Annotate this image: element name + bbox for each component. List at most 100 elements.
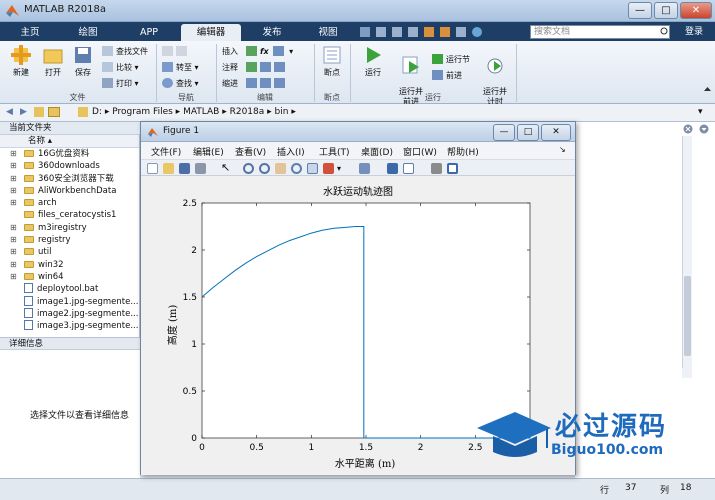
login-button[interactable]: 登录 bbox=[678, 25, 710, 39]
expand-icon[interactable]: ⊞ bbox=[10, 173, 19, 185]
breadcrumb[interactable]: D: ▸ Program Files ▸ MATLAB ▸ R2018a ▸ b… bbox=[92, 107, 296, 117]
breakpoints-button[interactable]: 断点 bbox=[318, 45, 346, 78]
list-item[interactable]: image2.jpg-segmente... bbox=[0, 307, 139, 320]
print-button[interactable]: 打印 ▾ bbox=[102, 77, 139, 91]
breadcrumb-item[interactable]: R2018a bbox=[230, 107, 265, 117]
menu-window[interactable]: 窗口(W) bbox=[403, 145, 437, 158]
list-item[interactable]: image1.jpg-segmente... bbox=[0, 295, 139, 308]
list-item[interactable]: ⊞ 360安全浏览器下载 bbox=[0, 173, 139, 185]
menu-file[interactable]: 文件(F) bbox=[151, 145, 181, 158]
tab-publish[interactable]: 发布 bbox=[250, 24, 294, 41]
expand-icon[interactable]: ⊞ bbox=[10, 185, 19, 197]
rotate-icon[interactable] bbox=[291, 163, 302, 174]
colorbar-icon[interactable] bbox=[387, 163, 398, 174]
link-plot-icon[interactable] bbox=[359, 163, 370, 174]
scrollbar-down-icon[interactable] bbox=[682, 368, 692, 378]
expand-icon[interactable]: ⊞ bbox=[10, 246, 19, 258]
maximize-button[interactable]: □ bbox=[654, 2, 678, 19]
menu-tools[interactable]: 工具(T) bbox=[319, 145, 350, 158]
list-item[interactable]: image3.jpg-segmente... bbox=[0, 320, 139, 332]
undo-quick-icon[interactable] bbox=[424, 27, 434, 37]
list-item[interactable]: ⊞ win32 bbox=[0, 259, 139, 271]
fx-icon[interactable]: fx bbox=[260, 47, 269, 56]
tab-home[interactable]: 主页 bbox=[10, 24, 50, 41]
find-button[interactable]: 查找 ▾ bbox=[162, 77, 199, 91]
goto-button[interactable]: 转至 ▾ bbox=[162, 61, 199, 75]
advance-button[interactable]: 前进 bbox=[432, 69, 462, 83]
tab-view[interactable]: 视图 bbox=[306, 24, 350, 41]
paste-quick-icon[interactable] bbox=[408, 27, 418, 37]
list-item[interactable]: ⊞ arch bbox=[0, 197, 139, 209]
breadcrumb-item[interactable]: D: bbox=[92, 107, 102, 117]
collapse-ribbon-icon[interactable] bbox=[703, 85, 712, 94]
pan-icon[interactable] bbox=[275, 163, 286, 174]
list-item[interactable]: ⊞ win64 bbox=[0, 271, 139, 283]
tab-apps[interactable]: APP bbox=[125, 24, 173, 41]
zoom-in-icon[interactable] bbox=[243, 163, 254, 174]
pointer-icon[interactable]: ↖ bbox=[221, 162, 232, 174]
path-dropdown-icon[interactable]: ▾ bbox=[698, 107, 703, 117]
up-folder-icon[interactable] bbox=[34, 107, 44, 117]
figure-minimize-button[interactable]: — bbox=[493, 124, 515, 141]
save-quick-icon[interactable] bbox=[360, 27, 370, 37]
edit-icons-row3[interactable] bbox=[246, 77, 288, 91]
close-button[interactable]: ✕ bbox=[680, 2, 712, 19]
figure-maximize-button[interactable]: □ bbox=[517, 124, 539, 141]
brush-icon[interactable] bbox=[323, 163, 334, 174]
zoom-out-icon[interactable] bbox=[259, 163, 270, 174]
list-item[interactable]: ⊞ registry bbox=[0, 234, 139, 246]
brush-dropdown-icon[interactable]: ▾ bbox=[337, 163, 348, 174]
scrollbar-thumb[interactable] bbox=[684, 276, 691, 356]
redo-quick-icon[interactable] bbox=[440, 27, 450, 37]
list-item[interactable]: ⊞ AliWorkbenchData bbox=[0, 185, 139, 197]
indent-button[interactable]: 缩进 bbox=[222, 77, 238, 91]
name-column-header[interactable]: 名称 ▴ bbox=[0, 135, 139, 148]
insert-button[interactable]: 插入 bbox=[222, 45, 238, 59]
scrollbar[interactable] bbox=[682, 136, 692, 368]
new-button[interactable]: 新建 bbox=[6, 45, 36, 78]
open-button[interactable]: 打开 bbox=[38, 45, 68, 78]
list-item[interactable]: files_ceratocystis1 bbox=[0, 209, 139, 221]
print-figure-icon[interactable] bbox=[195, 163, 206, 174]
list-item[interactable]: ⊞ 360downloads bbox=[0, 160, 139, 172]
cut-quick-icon[interactable] bbox=[376, 27, 386, 37]
tab-editor[interactable]: 编辑器 bbox=[181, 24, 241, 41]
save-figure-icon[interactable] bbox=[179, 163, 190, 174]
details-header[interactable]: 详细信息 bbox=[0, 337, 140, 350]
minimize-button[interactable]: — bbox=[628, 2, 652, 19]
switch-windows-icon[interactable] bbox=[456, 27, 466, 37]
edit-icons-row2[interactable] bbox=[246, 61, 288, 75]
show-plot-tools-icon[interactable] bbox=[447, 163, 458, 174]
list-item[interactable]: ⊞ 16G优盘资料 bbox=[0, 148, 139, 160]
run-section-button[interactable]: 运行节 bbox=[432, 53, 470, 67]
open-file-icon[interactable] bbox=[163, 163, 174, 174]
legend-icon[interactable] bbox=[403, 163, 414, 174]
figure-close-button[interactable]: ✕ bbox=[541, 124, 571, 141]
find-files-button[interactable]: 查找文件 bbox=[102, 45, 148, 59]
compare-button[interactable]: 比较 ▾ bbox=[102, 61, 139, 75]
help-quick-icon[interactable] bbox=[472, 27, 482, 37]
list-item[interactable]: ⊞ m3iregistry bbox=[0, 222, 139, 234]
file-list[interactable]: 名称 ▴ ⊞ 16G优盘资料 ⊞ 360downloads ⊞ 360安全浏览器下载 … bbox=[0, 135, 140, 337]
search-icon[interactable] bbox=[660, 27, 669, 36]
expand-icon[interactable]: ⊞ bbox=[10, 148, 19, 160]
forward-arrow-icon[interactable]: ▶ bbox=[20, 107, 27, 117]
data-cursor-icon[interactable] bbox=[307, 163, 318, 174]
expand-icon[interactable]: ⊞ bbox=[10, 271, 19, 283]
browse-folder-icon[interactable] bbox=[48, 107, 60, 117]
breadcrumb-item[interactable]: MATLAB bbox=[183, 107, 219, 117]
edit-icons-row1[interactable]: fx ▾ bbox=[246, 45, 293, 59]
menu-insert[interactable]: 插入(I) bbox=[277, 145, 305, 158]
menu-help[interactable]: 帮助(H) bbox=[447, 145, 479, 158]
list-item[interactable]: deploytool.bat bbox=[0, 283, 139, 295]
run-button[interactable]: 运行 bbox=[356, 45, 390, 78]
figure-title-bar[interactable]: Figure 1 — □ ✕ bbox=[141, 122, 575, 142]
panel-menu-icon[interactable] bbox=[699, 124, 709, 134]
panel-close-icon[interactable] bbox=[683, 124, 693, 134]
expand-icon[interactable]: ⊞ bbox=[10, 160, 19, 172]
back-arrow-icon[interactable]: ◀ bbox=[6, 107, 13, 117]
list-item[interactable]: ⊞ util bbox=[0, 246, 139, 258]
search-input[interactable]: 搜索文档 bbox=[530, 25, 670, 39]
copy-quick-icon[interactable] bbox=[392, 27, 402, 37]
expand-icon[interactable]: ⊞ bbox=[10, 234, 19, 246]
